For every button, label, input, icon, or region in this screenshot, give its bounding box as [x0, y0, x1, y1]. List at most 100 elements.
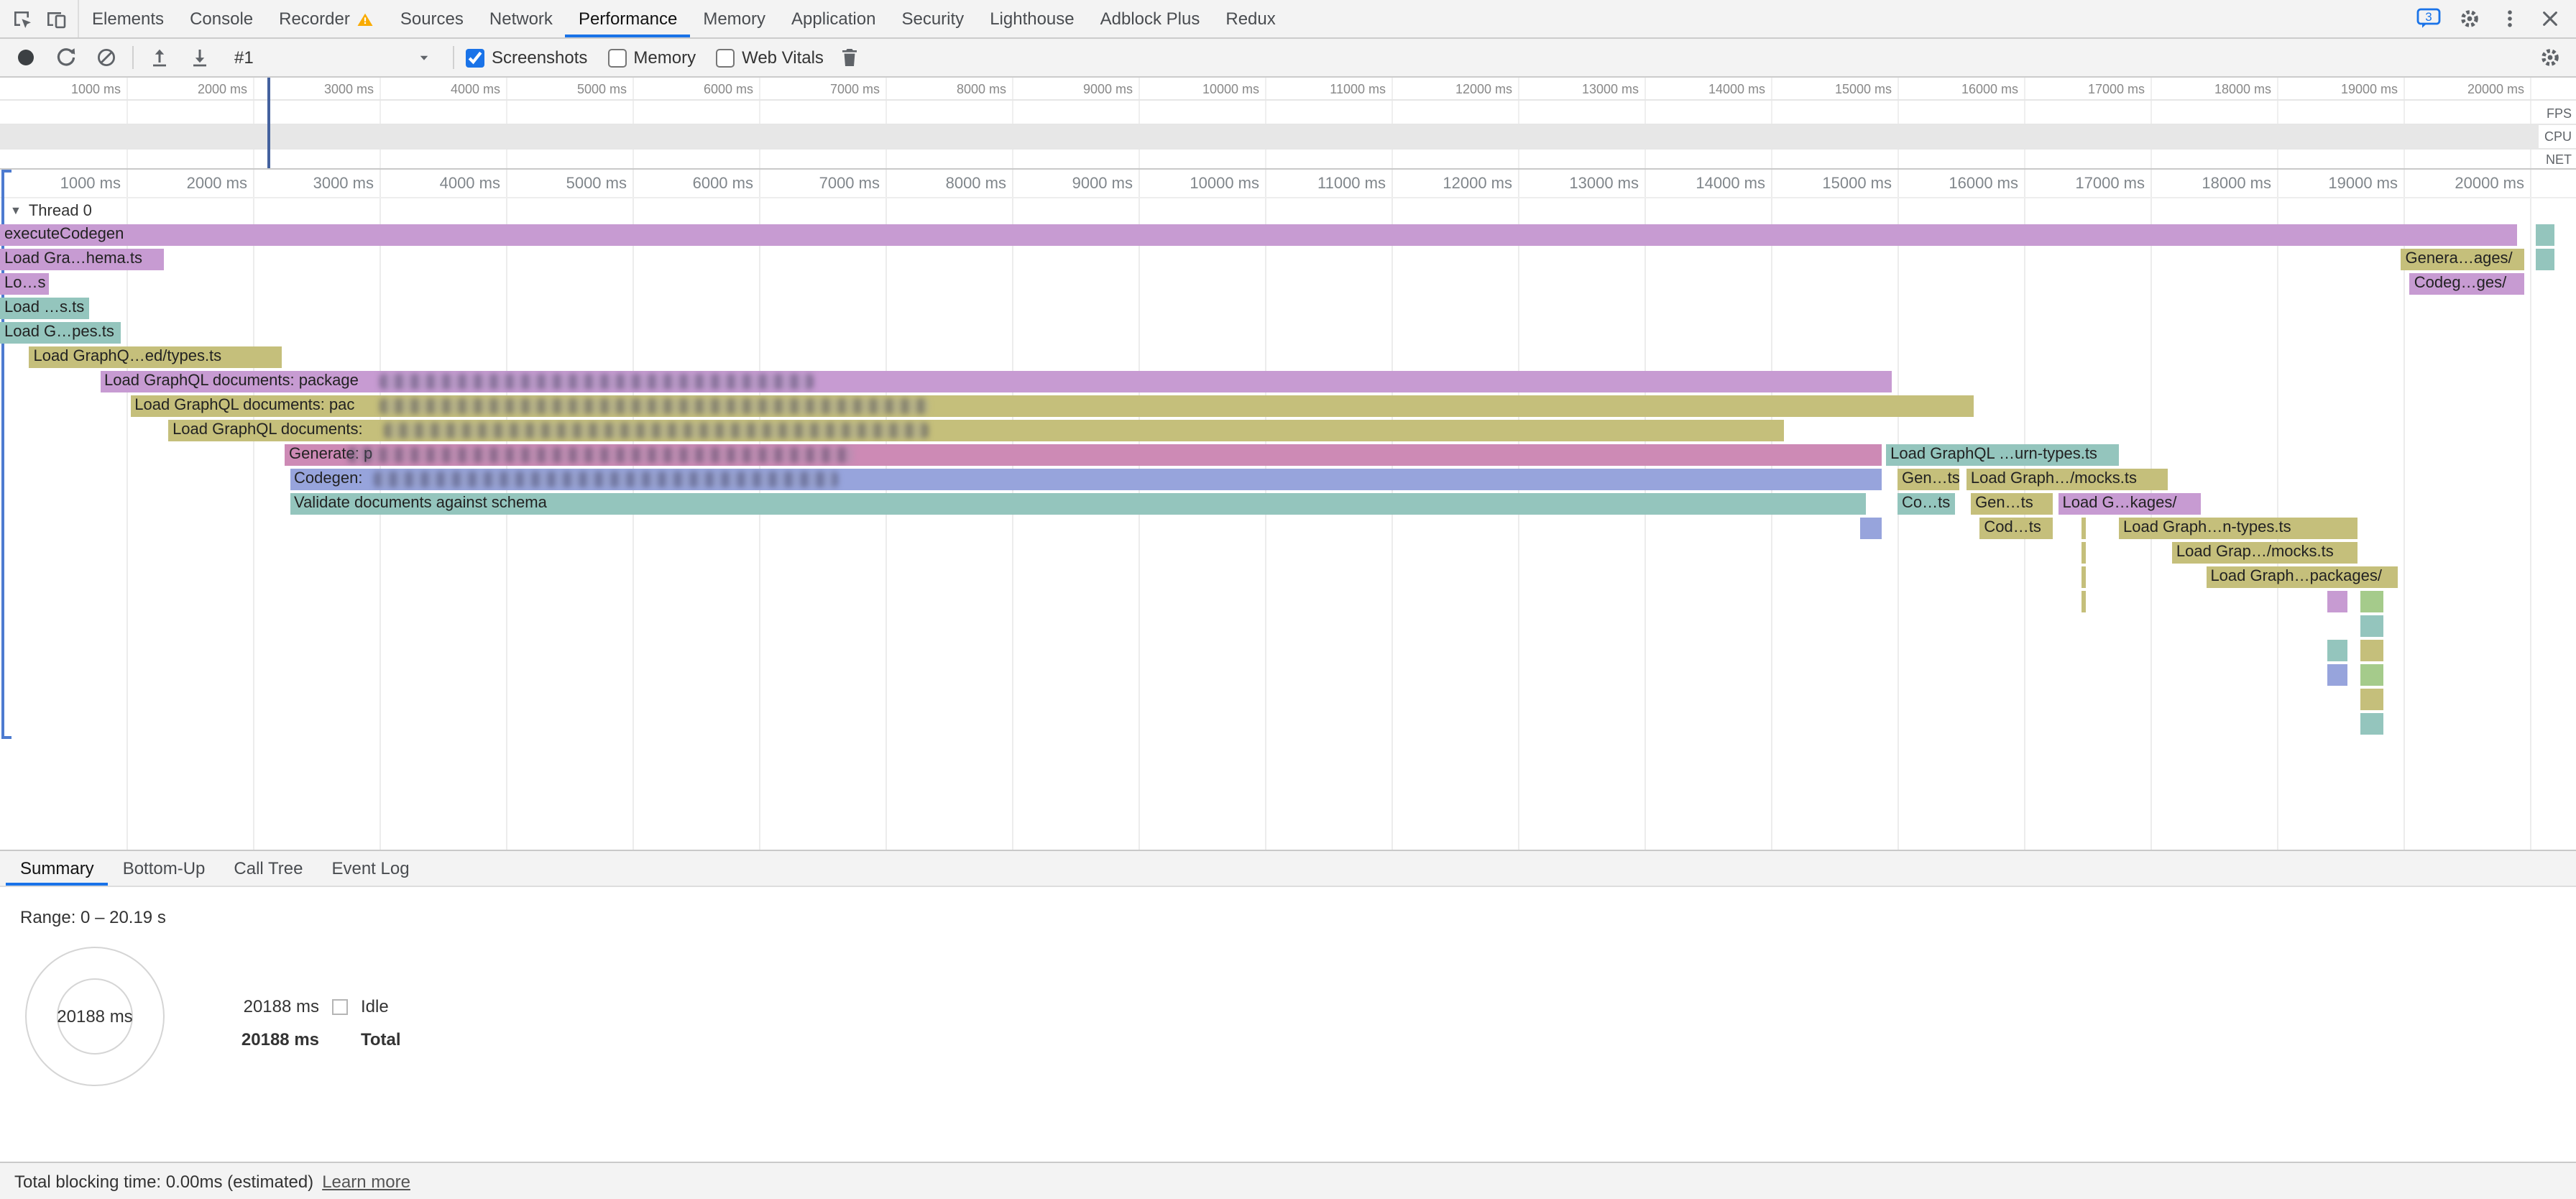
- flame-bar[interactable]: Codegen:: [290, 469, 1881, 490]
- drawer-tab-summary[interactable]: Summary: [6, 851, 109, 886]
- flame-bar-small[interactable]: [2536, 224, 2554, 246]
- flame-bar[interactable]: Load GraphQL documents: pac: [130, 395, 1973, 417]
- tab-recorder[interactable]: Recorder: [266, 0, 387, 37]
- flame-bar-small[interactable]: [2081, 591, 2085, 612]
- net-strip-label: NET: [2544, 152, 2573, 167]
- flame-bar-small[interactable]: [1861, 518, 1881, 539]
- flame-bar-small[interactable]: [2360, 664, 2383, 686]
- flame-bar[interactable]: Gen…ts: [1971, 493, 2053, 515]
- tab-label: Performance: [579, 9, 677, 29]
- tab-lighthouse[interactable]: Lighthouse: [977, 0, 1087, 37]
- inspect-element-icon[interactable]: [7, 4, 36, 33]
- flame-bar[interactable]: Load Gra…hema.ts: [0, 249, 163, 270]
- flame-bar-small[interactable]: [2360, 615, 2383, 637]
- time-ruler-label: 5000 ms: [526, 175, 627, 193]
- flame-bar[interactable]: Generate: p: [285, 444, 1881, 466]
- flame-bar[interactable]: Load GraphQL documents: package: [100, 371, 1891, 392]
- flame-bar[interactable]: Co…ts: [1898, 493, 1954, 515]
- flame-bar-small[interactable]: [2327, 640, 2347, 661]
- reload-and-record-button[interactable]: [52, 43, 80, 72]
- capture-settings-gear-icon[interactable]: [2536, 43, 2564, 72]
- flame-bar[interactable]: executeCodegen: [0, 224, 2517, 246]
- flame-bar[interactable]: Validate documents against schema: [290, 493, 1866, 515]
- flame-bar[interactable]: Load …s.ts: [0, 298, 90, 319]
- flame-bar[interactable]: Cod…ts: [1979, 518, 2053, 539]
- record-button[interactable]: [12, 43, 40, 72]
- device-toolbar-icon[interactable]: [42, 4, 70, 33]
- flame-bar-small[interactable]: [2081, 518, 2085, 539]
- load-profile-button[interactable]: [145, 43, 174, 72]
- tab-memory[interactable]: Memory: [690, 0, 778, 37]
- checkbox-web-vitals[interactable]: Web Vitals: [716, 47, 824, 68]
- settings-gear-icon[interactable]: [2455, 4, 2484, 33]
- flame-bar-small[interactable]: [2360, 591, 2383, 612]
- flame-bar-small[interactable]: [2327, 591, 2347, 612]
- timeline-overview[interactable]: 1000 ms2000 ms3000 ms4000 ms5000 ms6000 …: [0, 78, 2576, 170]
- learn-more-link[interactable]: Learn more: [322, 1171, 410, 1191]
- save-profile-button[interactable]: [185, 43, 214, 72]
- flame-bar-small[interactable]: [2360, 689, 2383, 710]
- tab-console[interactable]: Console: [177, 0, 266, 37]
- drawer-tab-event-log[interactable]: Event Log: [317, 851, 423, 886]
- flame-bar-label: Codeg…ges/: [2414, 275, 2506, 292]
- flame-bar-label: Load Grap…/mocks.ts: [2176, 543, 2334, 561]
- performance-toolbar: #1 Screenshots Memory Web Vitals: [0, 39, 2576, 78]
- time-ruler-label: 18000 ms: [2171, 175, 2271, 193]
- issues-counter[interactable]: 3: [2415, 4, 2444, 33]
- flame-bar[interactable]: Load Graph…n-types.ts: [2119, 518, 2358, 539]
- total-blocking-time-label: Total blocking time: 0.00ms (estimated): [14, 1171, 313, 1191]
- time-ruler-label: 10000 ms: [1173, 82, 1259, 96]
- drawer-tab-label: Event Log: [331, 858, 409, 878]
- screenshots-checkbox[interactable]: [466, 48, 484, 67]
- flame-bar[interactable]: Load Graph…packages/: [2206, 566, 2398, 588]
- tab-adblock-plus[interactable]: Adblock Plus: [1087, 0, 1213, 37]
- close-devtools-icon[interactable]: [2536, 4, 2564, 33]
- flame-bar[interactable]: Gen…ts: [1898, 469, 1959, 490]
- tab-application[interactable]: Application: [778, 0, 888, 37]
- flame-bar[interactable]: Codeg…ges/: [2410, 273, 2525, 295]
- flame-bar[interactable]: Load GraphQ…ed/types.ts: [29, 346, 282, 368]
- delete-recording-icon[interactable]: [835, 43, 864, 72]
- flame-bar-label: Load GraphQL documents: package: [104, 372, 359, 390]
- flame-bar-label: Load GraphQL documents: pac: [134, 397, 354, 414]
- flame-bar-label: Cod…ts: [1984, 519, 2041, 536]
- clear-button[interactable]: [92, 43, 121, 72]
- flame-bar-small[interactable]: [2081, 566, 2085, 588]
- drawer-tab-bottom-up[interactable]: Bottom-Up: [109, 851, 220, 886]
- tab-security[interactable]: Security: [888, 0, 977, 37]
- flame-bar-small[interactable]: [2327, 664, 2347, 686]
- time-ruler-label: 12000 ms: [1426, 82, 1512, 96]
- checkbox-screenshots[interactable]: Screenshots: [466, 47, 587, 68]
- flame-bar[interactable]: Load Grap…/mocks.ts: [2172, 542, 2358, 564]
- flame-bar[interactable]: Load G…pes.ts: [0, 322, 120, 344]
- gridline: [2530, 170, 2531, 850]
- flame-bar[interactable]: Load GraphQL …urn-types.ts: [1886, 444, 2119, 466]
- tab-redux[interactable]: Redux: [1213, 0, 1288, 37]
- time-ruler-label: 11000 ms: [1285, 175, 1386, 193]
- flame-chart[interactable]: 1000 ms2000 ms3000 ms4000 ms5000 ms6000 …: [0, 170, 2576, 850]
- flame-bar[interactable]: Load Graph…/mocks.ts: [1966, 469, 2168, 490]
- thread-track-header[interactable]: ▼ Thread 0: [0, 198, 92, 223]
- overview-ruler: 1000 ms2000 ms3000 ms4000 ms5000 ms6000 …: [0, 78, 2576, 99]
- web-vitals-checkbox[interactable]: [716, 48, 735, 67]
- flame-bar-small[interactable]: [2081, 542, 2085, 564]
- tab-performance[interactable]: Performance: [566, 0, 690, 37]
- checkbox-memory[interactable]: Memory: [607, 47, 696, 68]
- flame-bar[interactable]: Load G…kages/: [2058, 493, 2202, 515]
- tab-sources[interactable]: Sources: [387, 0, 477, 37]
- history-select[interactable]: #1: [226, 43, 441, 72]
- flame-bar[interactable]: Load GraphQL documents:: [168, 420, 1784, 441]
- collapse-triangle-icon[interactable]: ▼: [10, 204, 22, 217]
- more-options-icon[interactable]: [2496, 4, 2524, 33]
- tab-network[interactable]: Network: [477, 0, 566, 37]
- flame-bar-small[interactable]: [2536, 249, 2554, 270]
- flame-bar[interactable]: Lo…s: [0, 273, 50, 295]
- redacted-text: [380, 374, 814, 390]
- drawer-tab-call-tree[interactable]: Call Tree: [219, 851, 317, 886]
- tab-elements[interactable]: Elements: [79, 0, 177, 37]
- flame-bar-small[interactable]: [2360, 640, 2383, 661]
- time-ruler-label: 14000 ms: [1679, 82, 1765, 96]
- flame-bar-small[interactable]: [2360, 713, 2383, 735]
- flame-bar[interactable]: Genera…ages/: [2401, 249, 2524, 270]
- memory-checkbox[interactable]: [607, 48, 626, 67]
